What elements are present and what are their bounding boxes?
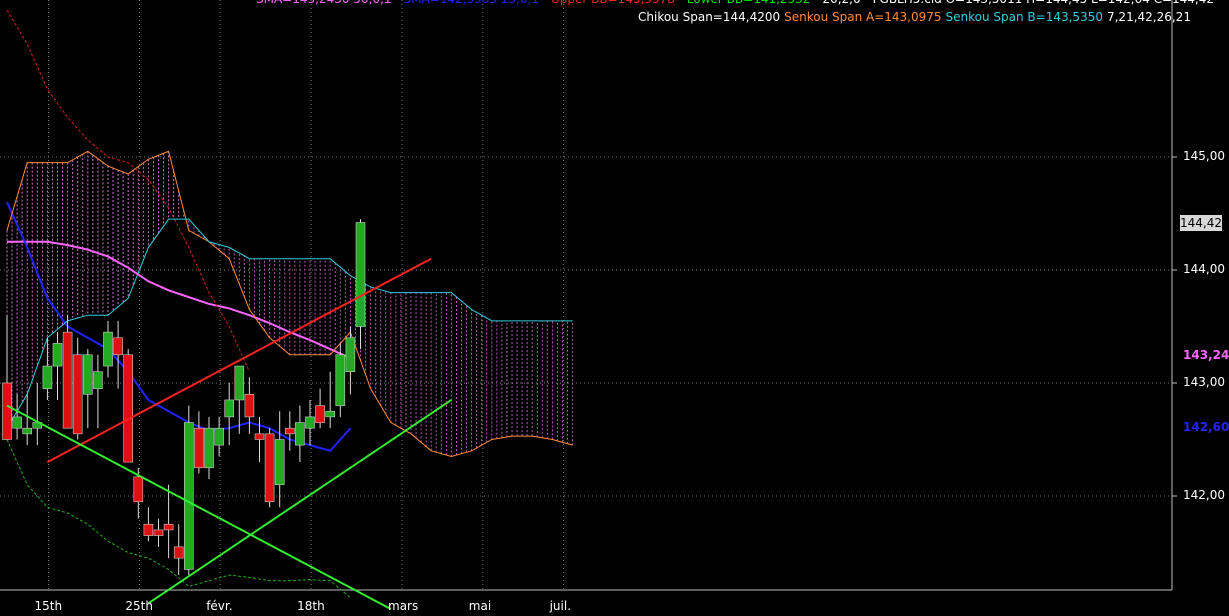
header-top-item: 20,2,0 [822,0,860,6]
series-line-senkou-span-a [6,150,573,457]
candle-up [214,427,224,446]
header-top-item: Upper BB=145,9378 [551,0,675,6]
indicator-header-top: SMA=143,2430 50,0,1 SMA=142,5985 13,0,1 Up… [256,0,1226,6]
header-top-item: FGBLH5.cid O=143,5011 H=144,45 L=142,64 … [873,0,1214,6]
header-top-item: Lower BB=141,2532 [687,0,811,6]
candle-down [264,433,275,502]
candle-down [113,337,123,356]
y-tick-label: 145,00 [1183,149,1225,163]
candle-up [204,427,214,469]
indicator-header-ichimoku: Chikou Span=144,4200 Senkou Span A=143,09… [638,10,1195,24]
candle-up [83,354,93,395]
candle-down [133,476,144,502]
header-ichimoku-item: Chikou Span=144,4200 [638,10,781,24]
candle-down [163,523,174,531]
header-ichimoku-item: 7,21,42,26,21 [1106,10,1191,24]
header-ichimoku-item: Senkou Span B=143,5350 [945,10,1103,24]
header-top-item: SMA=142,5985 13,0,1 [403,0,538,6]
x-tick-label: févr. [206,599,233,613]
candle-up [305,416,315,429]
candle-up [103,331,113,367]
candle-down [254,433,265,440]
candle-down [244,393,255,418]
candle-down [123,354,133,463]
candle-up [42,365,53,389]
series-line-sma-13 [6,201,352,452]
x-tick-label: 25th [125,599,153,613]
candle-down [62,331,73,429]
x-tick-label: 15th [34,599,63,613]
candle-up [325,410,336,418]
candle-down [284,427,295,435]
candle-down [153,529,164,536]
y-tick-label: 142,00 [1183,488,1225,502]
candle-up [12,416,22,429]
x-tick-label: mai [468,599,492,613]
candle-down [143,523,154,536]
candle-up [274,439,285,486]
x-tick-label: 18th [297,599,325,613]
candle-up [93,371,103,389]
candle-up [184,422,194,570]
price-tag: 142,60 [1183,420,1229,435]
price-chart[interactable] [0,0,1229,616]
header-top-item: SMA=143,2430 50,0,1 [256,0,391,6]
x-tick-label: mars [388,599,419,613]
candle-down [2,382,12,440]
y-tick-label: 143,00 [1183,375,1225,389]
candle-down [173,546,184,559]
candle-up [22,427,33,435]
price-tag: 143,24 [1183,347,1229,362]
candle-up [345,337,356,372]
series-line-sma-50 [7,240,351,360]
candle-down [315,405,325,423]
candle-up [335,354,346,406]
candle-down [72,354,83,435]
candle-down [194,427,204,469]
header-ichimoku-item: Senkou Span A=143,0975 [784,10,942,24]
x-tick-label: juil. [549,599,572,613]
candle-up [355,222,366,327]
last-price-tag: 144,42 [1180,214,1222,231]
candle-up [224,399,234,418]
y-tick-label: 144,00 [1183,262,1225,276]
candle-up [295,422,305,446]
candle-up [52,343,63,367]
candle-up [234,365,245,401]
